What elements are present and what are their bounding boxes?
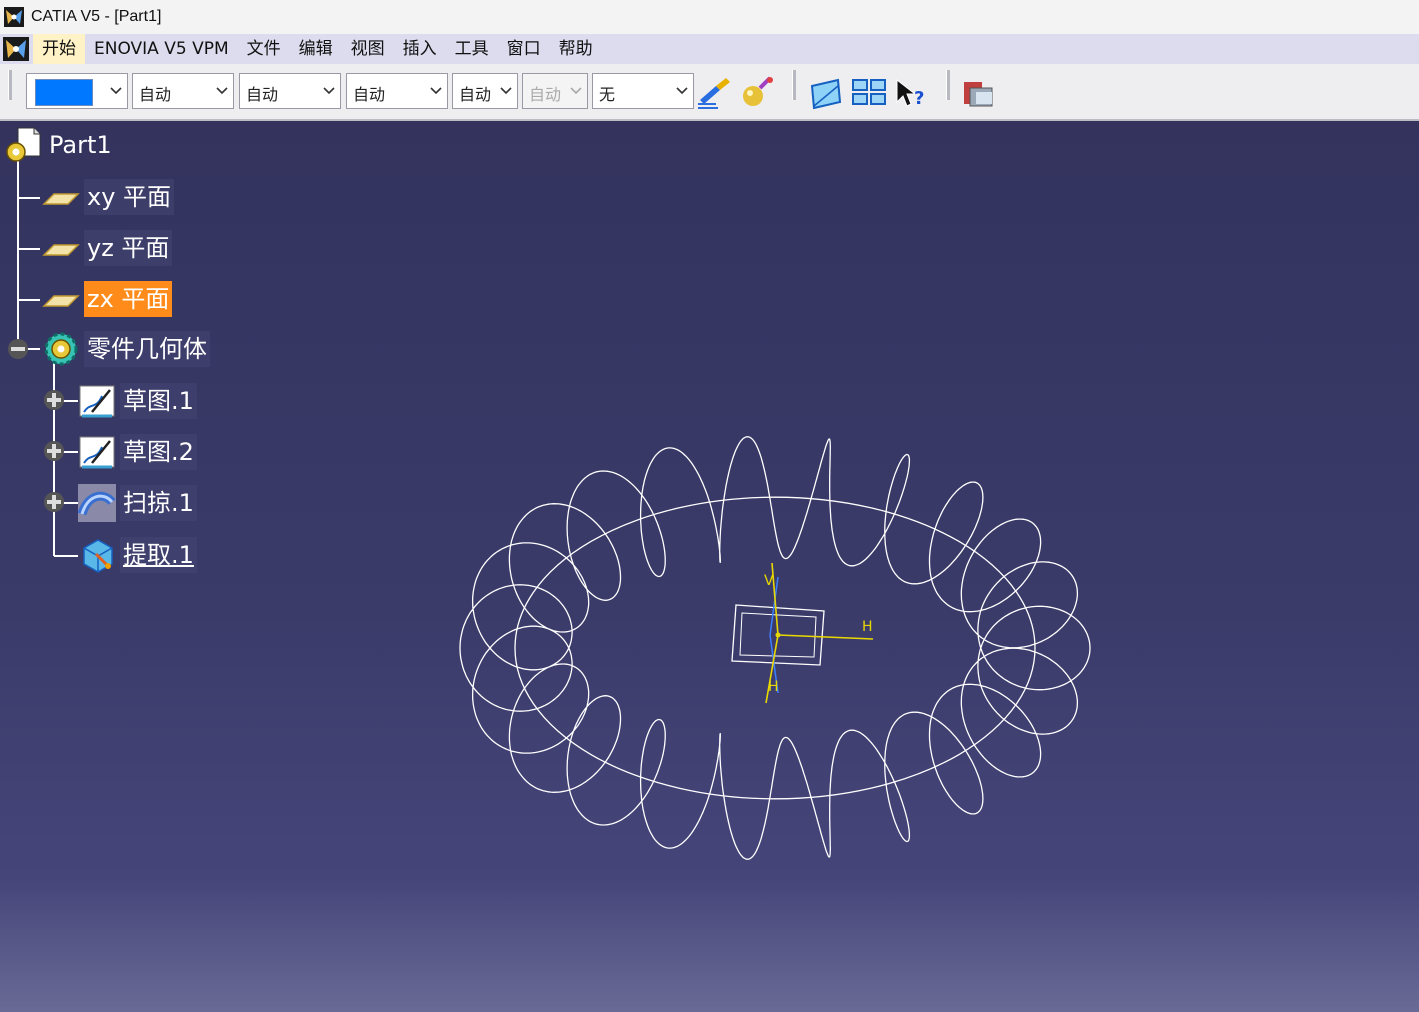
apply-material-icon[interactable] [740, 76, 776, 110]
compass-axis: H V H [731, 562, 874, 704]
3d-model-canvas[interactable]: H V H [0, 121, 1419, 1012]
pointstyle-value: 自动 [353, 85, 386, 104]
x-axis-label: H [862, 619, 873, 635]
menu-start[interactable]: 开始 [33, 34, 85, 64]
chevron-down-icon [323, 87, 335, 95]
menu-enovia[interactable]: ENOVIA V5 VPM [85, 34, 238, 64]
toolbar-grip[interactable] [8, 70, 12, 100]
toolbar-grip[interactable] [946, 70, 950, 100]
catia-document-icon[interactable] [3, 37, 29, 61]
chevron-down-icon [569, 86, 583, 96]
linetype-combo[interactable]: 自动 [132, 73, 234, 109]
menu-edit[interactable]: 编辑 [290, 34, 342, 64]
title-bar: CATIA V5 - [Part1] [0, 0, 1419, 34]
disabled-value: 自动 [529, 85, 562, 104]
sketch-icon[interactable] [808, 76, 844, 110]
menu-bar: 开始 ENOVIA V5 VPM 文件 编辑 视图 插入 工具 窗口 帮助 [0, 34, 1419, 65]
linetype-value: 自动 [139, 85, 172, 104]
color-combo[interactable] [26, 73, 128, 109]
chevron-down-icon [216, 87, 228, 95]
origin-point [775, 632, 781, 638]
window-title: CATIA V5 - [Part1] [31, 8, 162, 25]
layer-combo[interactable]: 自动 [452, 73, 518, 109]
y-axis-label: V [764, 573, 774, 589]
pointstyle-combo[interactable]: 自动 [346, 73, 448, 109]
disabled-combo: 自动 [522, 73, 588, 109]
color-swatch [35, 79, 93, 106]
whats-this-help-icon[interactable]: ? [893, 76, 929, 110]
toolbar-grip[interactable] [792, 70, 796, 100]
chevron-down-icon [676, 87, 688, 95]
layer-value: 自动 [459, 85, 492, 104]
render-combo[interactable]: 无 [592, 73, 694, 109]
painter-brush-icon[interactable] [696, 76, 732, 110]
chevron-down-icon [110, 87, 122, 95]
menu-tools[interactable]: 工具 [446, 34, 498, 64]
z-axis-label: H [768, 679, 779, 695]
svg-text:?: ? [914, 88, 924, 109]
menu-file[interactable]: 文件 [238, 34, 290, 64]
menu-help[interactable]: 帮助 [550, 34, 602, 64]
3d-viewport[interactable]: Part1 xy 平面 yz 平面 zx 平面 零件几何体 草图.1 草图.2 … [0, 121, 1419, 1012]
multi-view-icon[interactable] [851, 76, 887, 110]
catalog-browser-icon[interactable] [962, 76, 998, 110]
chevron-down-icon [430, 87, 442, 95]
render-value: 无 [599, 85, 616, 104]
thickness-combo[interactable]: 自动 [239, 73, 341, 109]
menu-view[interactable]: 视图 [342, 34, 394, 64]
graphic-properties-toolbar: 自动 自动 自动 自动 自动 无 ? [0, 64, 1419, 121]
menu-insert[interactable]: 插入 [394, 34, 446, 64]
thickness-value: 自动 [246, 85, 279, 104]
catia-logo-icon [4, 7, 24, 27]
chevron-down-icon [499, 86, 513, 96]
menu-window[interactable]: 窗口 [498, 34, 550, 64]
x-axis-line [777, 634, 874, 640]
